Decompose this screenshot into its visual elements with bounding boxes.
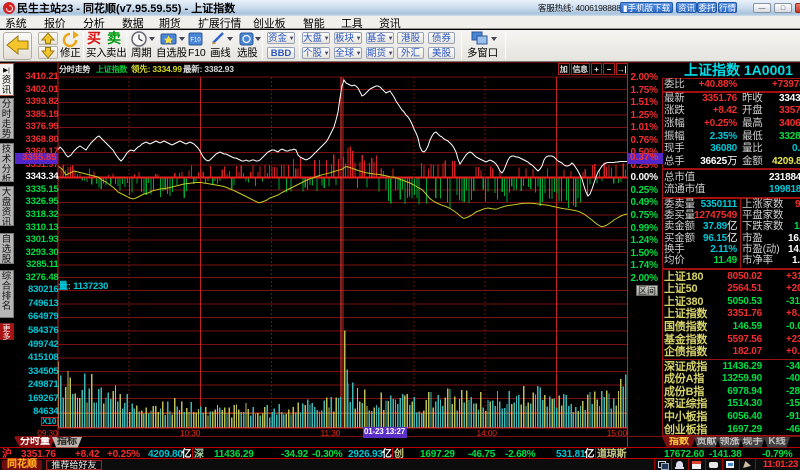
svg-text:F10: F10 xyxy=(190,38,201,44)
